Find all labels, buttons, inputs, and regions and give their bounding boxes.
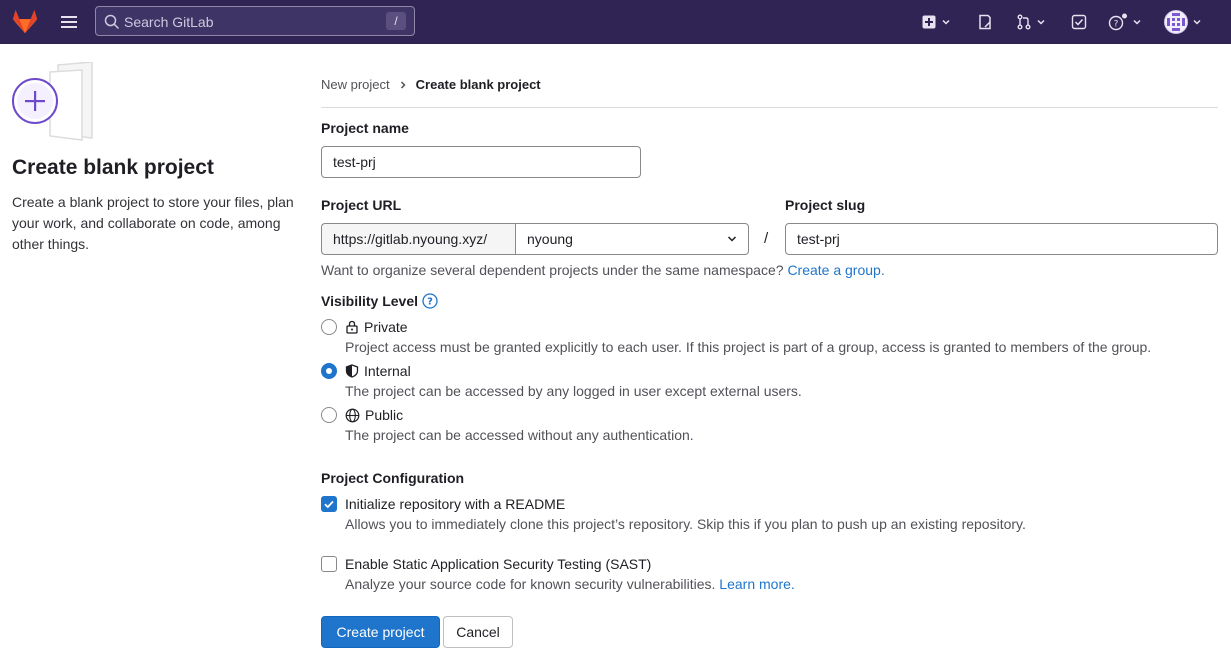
header-divider (321, 107, 1218, 108)
visibility-private-help: Project access must be granted explicitl… (345, 339, 1152, 355)
sast-checkbox[interactable] (321, 556, 337, 572)
visibility-public-text: Public (365, 407, 404, 423)
project-slug-input[interactable]: test-prj (785, 223, 1218, 255)
user-menu[interactable] (1164, 10, 1202, 34)
chevron-down-icon (942, 19, 950, 25)
namespace-help-text: Want to organize several dependent proje… (321, 262, 885, 278)
visibility-internal-help: The project can be accessed by any logge… (345, 383, 802, 399)
sast-label[interactable]: Enable Static Application Security Testi… (345, 556, 651, 572)
search-shortcut-badge: / (386, 12, 406, 30)
page-description: Create a blank project to store your fil… (12, 194, 294, 252)
shield-icon (345, 364, 359, 378)
visibility-internal-radio[interactable] (321, 363, 337, 379)
visibility-public-radio[interactable] (321, 407, 337, 423)
project-name-label: Project name (321, 120, 409, 136)
blank-project-illustration (12, 62, 93, 141)
chevron-down-icon (1037, 19, 1045, 25)
cancel-button[interactable]: Cancel (443, 616, 513, 648)
breadcrumb-current: Create blank project (415, 77, 541, 92)
create-project-button[interactable]: Create project (321, 616, 440, 648)
merge-requests-menu[interactable] (1016, 12, 1046, 32)
visibility-private-radio[interactable] (321, 319, 337, 335)
help-icon: ? (1108, 13, 1127, 31)
url-separator: / (764, 230, 769, 247)
readme-help: Allows you to immediately clone this pro… (345, 516, 1026, 532)
project-configuration-label: Project Configuration (321, 470, 465, 486)
lock-icon (346, 320, 358, 334)
check-icon (324, 500, 334, 509)
issues-icon (979, 14, 991, 30)
create-group-link[interactable]: Create a group. (787, 262, 884, 278)
help-menu[interactable]: ? (1108, 12, 1142, 32)
visibility-internal-text: Internal (364, 363, 411, 379)
create-new-menu[interactable] (921, 12, 951, 32)
project-slug-label: Project slug (785, 197, 866, 213)
learn-more-link[interactable]: Learn more. (719, 576, 794, 592)
sast-help-text: Analyze your source code for known secur… (345, 576, 795, 592)
namespace-help: Want to organize several dependent proje… (321, 262, 784, 278)
visibility-private-label[interactable]: Private (345, 319, 408, 335)
visibility-private-text: Private (364, 319, 408, 335)
page-title: Create blank project (12, 156, 214, 179)
url-prefix: https://gitlab.nyoung.xyz/ (321, 223, 515, 255)
issues-link[interactable] (977, 12, 993, 32)
namespace-value: nyoung (527, 231, 573, 247)
top-navbar: Search GitLab / ? (0, 0, 1231, 44)
hamburger-menu-icon[interactable] (59, 12, 79, 32)
merge-request-icon (1017, 14, 1031, 30)
visibility-internal-label[interactable]: Internal (345, 363, 411, 379)
visibility-level-heading: Visibility Level ? (321, 293, 438, 309)
breadcrumb: New project Create blank project (321, 77, 541, 92)
readme-label[interactable]: Initialize repository with a README (345, 496, 565, 512)
visibility-public-label[interactable]: Public (345, 407, 403, 423)
chevron-right-icon (400, 80, 406, 89)
search-icon (104, 14, 120, 30)
chevron-down-icon (1193, 19, 1201, 25)
chevron-down-icon (1133, 19, 1141, 25)
visibility-public-help: The project can be accessed without any … (345, 427, 694, 443)
question-circle-icon[interactable]: ? (422, 293, 438, 309)
plus-square-icon (922, 15, 936, 29)
search-input[interactable]: Search GitLab / (95, 6, 415, 36)
chevron-down-icon (727, 236, 737, 242)
project-url-label: Project URL (321, 197, 402, 213)
visibility-level-label: Visibility Level (321, 293, 419, 309)
project-url-group: https://gitlab.nyoung.xyz/ nyoung (321, 223, 749, 255)
globe-icon (345, 408, 360, 422)
svg-text:?: ? (427, 297, 433, 308)
sast-help: Analyze your source code for known secur… (345, 576, 716, 592)
namespace-select[interactable]: nyoung (515, 223, 749, 255)
todos-link[interactable] (1071, 12, 1087, 32)
svg-text:?: ? (1114, 20, 1119, 30)
gitlab-logo[interactable] (10, 6, 40, 36)
breadcrumb-new-project[interactable]: New project (321, 77, 390, 92)
readme-checkbox[interactable] (321, 496, 337, 512)
search-placeholder: Search GitLab (124, 14, 214, 30)
project-name-input[interactable]: test-prj (321, 146, 641, 178)
todo-checkbox-icon (1071, 14, 1087, 30)
user-avatar (1164, 10, 1188, 34)
